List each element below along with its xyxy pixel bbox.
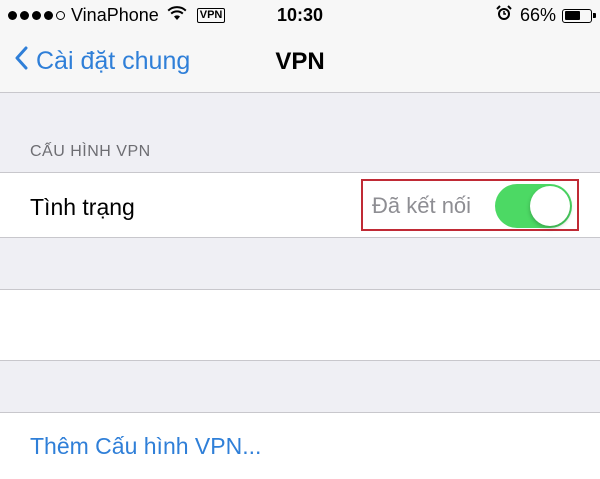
- add-vpn-config-link[interactable]: Thêm Cấu hình VPN...: [30, 433, 261, 460]
- alarm-icon: [496, 5, 512, 26]
- page-title: VPN: [275, 48, 325, 75]
- vpn-config-row[interactable]: [0, 289, 600, 361]
- navigation-bar: Cài đặt chung VPN: [0, 32, 600, 93]
- battery-percent: 66%: [519, 5, 556, 25]
- status-bar: VinaPhone VPN 10:30 66%: [0, 0, 600, 32]
- toggle-knob: [530, 186, 570, 226]
- vpn-toggle[interactable]: [495, 184, 572, 228]
- battery-fill: [564, 11, 581, 20]
- status-bar-right: 66%: [496, 5, 596, 26]
- battery-icon: [562, 8, 596, 23]
- connection-status-value: Đã kết nối: [372, 193, 472, 218]
- vpn-status-row: Tình trạng Đã kết nối: [0, 172, 600, 238]
- status-label: Tình trạng: [30, 194, 135, 220]
- section-header: CẤU HÌNH VPN: [30, 143, 151, 160]
- battery-tip: [593, 13, 596, 18]
- add-vpn-config-row[interactable]: Thêm Cấu hình VPN...: [0, 412, 600, 479]
